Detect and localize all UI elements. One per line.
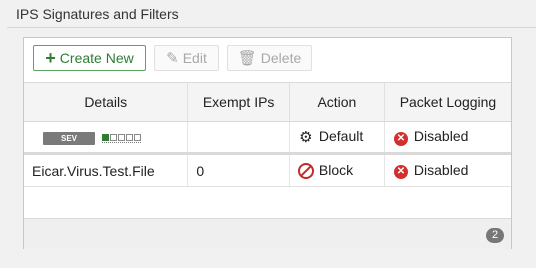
table-row[interactable]: Eicar.Virus.Test.File 0 Block ✕ Disabled — [24, 153, 511, 187]
column-header-details[interactable]: Details — [24, 82, 189, 122]
create-new-button[interactable]: + Create New — [33, 45, 146, 71]
severity-box — [133, 133, 141, 141]
severity-cell: SEV — [24, 121, 189, 155]
delete-label: Delete — [260, 50, 302, 66]
section-title: IPS Signatures and Filters — [16, 6, 179, 22]
column-header-action[interactable]: Action — [289, 82, 385, 122]
packet-logging-value: Disabled — [413, 161, 469, 178]
severity-badge: SEV — [43, 131, 95, 145]
delete-button[interactable]: 🗑 Delete — [227, 45, 312, 71]
action-value: Block — [318, 161, 354, 178]
packet-logging-value: Disabled — [413, 128, 469, 145]
packet-logging-cell: ✕ Disabled — [384, 153, 511, 187]
pencil-icon: ✎ — [166, 49, 179, 67]
severity-box — [117, 133, 125, 141]
signatures-panel: + Create New ✎ Edit 🗑 Delete Details Exe… — [23, 37, 512, 249]
edit-label: Edit — [182, 50, 207, 66]
block-icon — [297, 163, 314, 180]
trash-icon: 🗑 — [237, 49, 257, 67]
details-cell: Eicar.Virus.Test.File — [24, 153, 189, 187]
signatures-table: Details Exempt IPs Action Packet Logging… — [24, 82, 511, 187]
exempt-ips-cell — [187, 121, 290, 155]
column-header-exempt-ips[interactable]: Exempt IPs — [187, 82, 290, 122]
action-value: Default — [318, 127, 364, 144]
severity-box — [109, 133, 117, 141]
action-cell: ⚙ Default — [289, 121, 385, 155]
edit-button[interactable]: ✎ Edit — [154, 45, 219, 71]
table-header-row: Details Exempt IPs Action Packet Logging — [24, 82, 511, 122]
table-footer: 2 — [24, 218, 511, 249]
x-circle-icon: ✕ — [393, 131, 408, 146]
severity-box — [101, 133, 109, 141]
section-divider — [7, 27, 536, 28]
plus-icon: + — [45, 48, 56, 68]
action-cell: Block — [289, 153, 385, 187]
x-circle-icon: ✕ — [393, 165, 408, 180]
severity-indicator — [101, 133, 141, 143]
row-count-badge: 2 — [486, 228, 504, 243]
exempt-ips-cell: 0 — [187, 153, 290, 187]
packet-logging-cell: ✕ Disabled — [384, 121, 511, 155]
gear-icon: ⚙ — [299, 129, 313, 147]
severity-box — [125, 133, 133, 141]
table-row[interactable]: SEV ⚙ Default ✕ Disabled — [24, 121, 511, 155]
column-header-packet-logging[interactable]: Packet Logging — [384, 82, 511, 122]
create-new-label: Create New — [59, 50, 134, 66]
